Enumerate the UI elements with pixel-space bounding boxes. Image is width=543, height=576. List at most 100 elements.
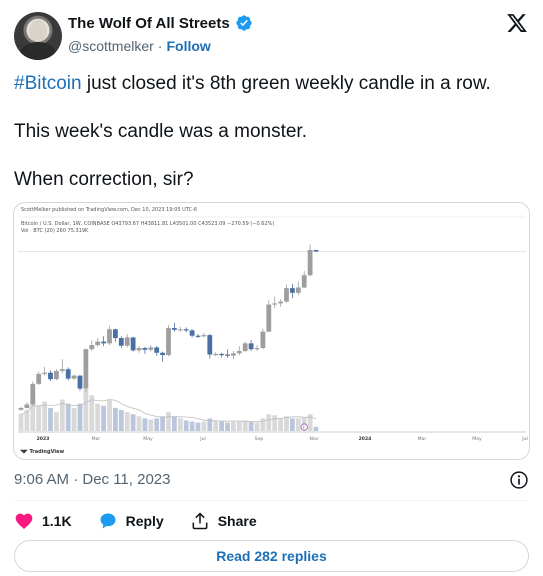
like-button[interactable]: 1.1K bbox=[14, 511, 72, 531]
volume-bar bbox=[219, 421, 224, 431]
share-label: Share bbox=[217, 513, 257, 529]
x-tick-label: Jul bbox=[199, 436, 206, 442]
volume-bar bbox=[118, 410, 124, 431]
candle-body bbox=[177, 329, 183, 331]
candle-body bbox=[24, 404, 30, 408]
volume-bar bbox=[160, 416, 165, 431]
candle-body bbox=[71, 375, 77, 379]
volume-bar bbox=[95, 403, 101, 431]
candle-body bbox=[124, 337, 130, 346]
volume-bar bbox=[266, 414, 272, 431]
tweet-line-1-text: just closed it's 8th green weekly candle… bbox=[81, 73, 491, 94]
heart-icon bbox=[15, 513, 33, 529]
candle-body bbox=[54, 370, 59, 380]
candle-body bbox=[154, 347, 160, 353]
candle-body bbox=[231, 353, 236, 356]
candle-body bbox=[295, 287, 301, 293]
verified-badge-icon bbox=[236, 15, 252, 31]
action-bar: 1.1K Reply Share bbox=[14, 510, 283, 532]
candle-body bbox=[195, 335, 201, 337]
volume-bar bbox=[113, 407, 118, 431]
volume-bar bbox=[24, 410, 30, 431]
x-logo-icon[interactable] bbox=[505, 12, 529, 34]
candle-body bbox=[30, 383, 36, 405]
volume-bar bbox=[101, 405, 106, 431]
candle-body bbox=[148, 347, 154, 350]
candle-body bbox=[272, 303, 278, 305]
candle-body bbox=[260, 331, 266, 349]
candle-body bbox=[172, 328, 177, 330]
candle-body bbox=[307, 249, 313, 276]
candle-body bbox=[201, 335, 207, 337]
reply-button[interactable]: Reply bbox=[98, 511, 164, 531]
candle-body bbox=[290, 288, 295, 293]
volume-bar bbox=[236, 421, 242, 431]
volume-bar bbox=[189, 421, 195, 431]
x-tick-label: 2024 bbox=[359, 436, 372, 442]
volume-bar bbox=[172, 416, 177, 431]
tweet-timestamp[interactable]: 9:06 AM · Dec 11, 2023 bbox=[14, 471, 170, 488]
candle-body bbox=[213, 353, 219, 356]
candle-body bbox=[278, 301, 283, 304]
volume-bar bbox=[142, 418, 148, 431]
read-replies-button[interactable]: Read 282 replies bbox=[14, 540, 529, 572]
ohlc-info: Bitcoin / U.S. Dollar, 1W, COINBASE O437… bbox=[21, 221, 275, 227]
author-handle[interactable]: @scottmelker bbox=[68, 38, 154, 54]
hashtag-link[interactable]: #Bitcoin bbox=[14, 73, 82, 94]
volume-bar bbox=[107, 399, 112, 431]
x-tick-label: 2023 bbox=[37, 436, 50, 442]
volume-bar bbox=[154, 418, 160, 431]
volume-bar bbox=[36, 405, 42, 431]
candle-body bbox=[136, 348, 142, 351]
x-tick-label: Mar bbox=[418, 436, 427, 442]
candle-body bbox=[95, 341, 101, 346]
chart-image[interactable]: ScottMelker published on TradingView.com… bbox=[13, 202, 530, 460]
volume-bar bbox=[225, 422, 230, 431]
candle-body bbox=[36, 373, 42, 384]
follow-button[interactable]: Follow bbox=[166, 38, 210, 54]
volume-bar bbox=[166, 412, 171, 431]
volume-bar bbox=[124, 412, 130, 431]
share-button[interactable]: Share bbox=[190, 511, 257, 531]
volume-info: Vol · BTC (20) 260 75.319K bbox=[21, 228, 89, 234]
volume-bar bbox=[195, 422, 201, 431]
candle-body bbox=[142, 348, 148, 350]
volume-bar bbox=[183, 420, 189, 431]
candle-body bbox=[113, 329, 118, 339]
volume-bar bbox=[272, 415, 278, 431]
candle-body bbox=[89, 345, 95, 350]
candle-body bbox=[42, 372, 47, 374]
handle-separator: · bbox=[157, 38, 163, 54]
avatar[interactable] bbox=[14, 12, 62, 60]
x-tick-label: May bbox=[143, 436, 153, 442]
candle-body bbox=[83, 349, 89, 389]
tradingview-brand: ◥◤ TradingView bbox=[20, 449, 65, 455]
x-tick-label: Sep bbox=[255, 436, 264, 442]
tweet-text: #Bitcoin just closed it's 8th green week… bbox=[14, 72, 529, 216]
reply-label: Reply bbox=[125, 513, 164, 529]
candle-body bbox=[65, 369, 71, 379]
candlestick-chart: F2023 Mar May Jul Sep Nov 2024 Mar May Jul bbox=[18, 216, 528, 442]
candle-body bbox=[18, 407, 24, 410]
candle-body bbox=[77, 375, 83, 389]
volume-bar bbox=[18, 414, 24, 431]
volume-bar bbox=[242, 420, 248, 431]
volume-bar bbox=[148, 419, 154, 431]
tweet-line-1: #Bitcoin just closed it's 8th green week… bbox=[14, 72, 529, 96]
candle-body bbox=[266, 304, 272, 332]
volume-bar bbox=[231, 421, 236, 431]
x-tick-label: Nov bbox=[310, 436, 319, 442]
volume-bar bbox=[83, 389, 89, 431]
volume-bar bbox=[130, 414, 136, 431]
candle-body bbox=[183, 329, 189, 331]
share-icon bbox=[192, 512, 208, 530]
reply-bubble-icon bbox=[100, 513, 116, 529]
handle-row: @scottmelker · Follow bbox=[68, 38, 211, 54]
volume-bar bbox=[71, 407, 77, 431]
volume-bar bbox=[201, 421, 207, 431]
author-name[interactable]: The Wolf Of All Streets bbox=[68, 15, 230, 32]
info-icon[interactable] bbox=[509, 470, 529, 490]
volume-bar bbox=[254, 422, 260, 431]
volume-bar bbox=[290, 418, 295, 431]
candle-body bbox=[284, 288, 289, 302]
